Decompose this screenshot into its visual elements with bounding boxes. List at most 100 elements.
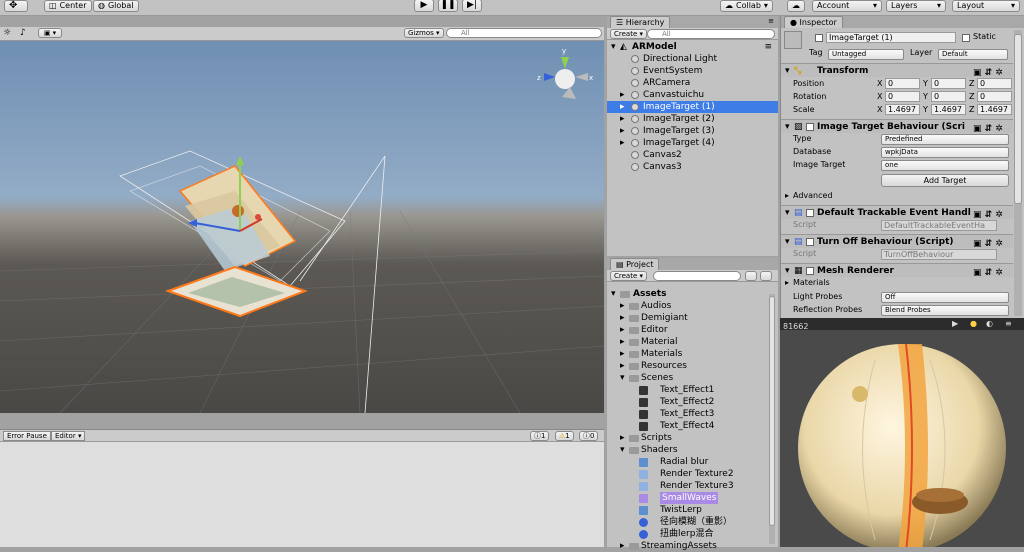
- material-preview[interactable]: [780, 330, 1024, 547]
- project-item[interactable]: TwistLerp: [607, 504, 767, 516]
- step-button[interactable]: ▶|: [462, 0, 482, 12]
- database-dropdown[interactable]: wpkjData: [881, 147, 1009, 158]
- play-button[interactable]: ▶: [414, 0, 434, 12]
- filter-label-icon[interactable]: [760, 271, 772, 281]
- tab-inspector[interactable]: ● Inspector: [784, 16, 843, 28]
- preview-play-icon[interactable]: ▶: [952, 319, 958, 329]
- transform-tool-icon[interactable]: ✥: [4, 0, 28, 12]
- image-target-enabled-checkbox[interactable]: [806, 123, 814, 131]
- panel-menu-icon[interactable]: ≡: [768, 17, 774, 25]
- orientation-gizmo[interactable]: y x z: [537, 47, 593, 99]
- hierarchy-item[interactable]: EventSystem: [607, 65, 778, 77]
- project-item[interactable]: Text_Effect2: [607, 396, 767, 408]
- hierarchy-item[interactable]: ▸ ImageTarget (2): [607, 113, 778, 125]
- project-scroll-thumb[interactable]: [769, 296, 775, 526]
- type-dropdown[interactable]: Predefined: [881, 134, 1009, 145]
- hierarchy-search-input[interactable]: All: [647, 29, 775, 39]
- chevron-right-icon[interactable]: ▸: [620, 101, 625, 113]
- hierarchy-item[interactable]: ▸ ImageTarget (3): [607, 125, 778, 137]
- hierarchy-item[interactable]: Canvas2: [607, 149, 778, 161]
- hierarchy-item[interactable]: ▸ ImageTarget (1): [607, 101, 778, 113]
- chevron-right-icon[interactable]: ▸: [620, 137, 625, 149]
- project-item[interactable]: ▸ Scripts: [607, 432, 767, 444]
- hierarchy-item[interactable]: Canvas3: [607, 161, 778, 173]
- reflection-probes-dropdown[interactable]: Blend Probes: [881, 305, 1009, 316]
- scale-field[interactable]: 1.4697: [977, 104, 1012, 115]
- project-search-input[interactable]: [653, 271, 741, 281]
- mesh-renderer-header[interactable]: ▾ ▦ Mesh Renderer ▣ ⇵ ✲: [781, 263, 1013, 278]
- layers-dropdown[interactable]: Layers ▾: [886, 0, 946, 12]
- chevron-right-icon[interactable]: ▸: [620, 312, 625, 324]
- light-probes-dropdown[interactable]: Off: [881, 292, 1009, 303]
- pivot-toggle[interactable]: ◫ Center: [44, 0, 92, 12]
- project-item[interactable]: ▸ Demigiant: [607, 312, 767, 324]
- rotation-field[interactable]: 0: [977, 91, 1012, 102]
- image-target-dropdown[interactable]: one: [881, 160, 1009, 171]
- chevron-right-icon[interactable]: ▸: [620, 300, 625, 312]
- scale-field[interactable]: 1.4697: [885, 104, 920, 115]
- materials-foldout[interactable]: ▸ Materials: [781, 276, 1013, 289]
- component-settings-icon[interactable]: ▣ ⇵ ✲: [973, 266, 1011, 278]
- cloud-services-icon[interactable]: ☁: [787, 0, 805, 12]
- hierarchy-scene-root[interactable]: ▾ ◭ ARModel ≡: [607, 41, 778, 53]
- tag-dropdown[interactable]: Untagged: [828, 49, 904, 60]
- preview-mesh-icon[interactable]: ◐: [986, 319, 993, 329]
- chevron-right-icon[interactable]: ▸: [620, 89, 625, 101]
- project-create-dropdown[interactable]: Create ▾: [610, 271, 648, 281]
- image-target-header[interactable]: ▾ ▨ Image Target Behaviour (Scri ▣ ⇵ ✲: [781, 119, 1013, 134]
- active-checkbox[interactable]: [815, 34, 823, 42]
- project-item[interactable]: ▸ Editor: [607, 324, 767, 336]
- position-field[interactable]: 0: [885, 78, 920, 89]
- object-name-field[interactable]: ImageTarget (1): [826, 32, 956, 43]
- chevron-right-icon[interactable]: ▸: [620, 324, 625, 336]
- log-filter-toggle[interactable]: ⓘ1: [530, 431, 550, 441]
- editor-dropdown[interactable]: Editor ▾: [51, 431, 86, 441]
- warning-filter-toggle[interactable]: ⚠1: [555, 431, 574, 441]
- project-item[interactable]: Text_Effect3: [607, 408, 767, 420]
- error-filter-toggle[interactable]: ⓘ0: [579, 431, 599, 441]
- chevron-right-icon[interactable]: ▸: [620, 360, 625, 372]
- rotation-field[interactable]: 0: [885, 91, 920, 102]
- project-item[interactable]: Text_Effect4: [607, 420, 767, 432]
- component-settings-icon[interactable]: ▣ ⇵ ✲: [973, 237, 1011, 249]
- console-log-area[interactable]: [0, 442, 604, 547]
- project-item[interactable]: Text_Effect1: [607, 384, 767, 396]
- layer-dropdown[interactable]: Default: [938, 49, 1008, 60]
- scale-field[interactable]: 1.4697: [931, 104, 966, 115]
- chevron-right-icon[interactable]: ▸: [620, 125, 625, 137]
- project-item[interactable]: ▸ Resources: [607, 360, 767, 372]
- project-item[interactable]: ▸ StreamingAssets: [607, 540, 767, 552]
- chevron-right-icon[interactable]: ▸: [620, 540, 625, 552]
- project-item[interactable]: SmallWaves: [607, 492, 767, 504]
- project-item[interactable]: Render Texture3: [607, 480, 767, 492]
- add-target-button[interactable]: Add Target: [881, 174, 1009, 187]
- inspector-scroll-thumb[interactable]: [1014, 34, 1022, 204]
- project-item[interactable]: 扭曲lerp混合: [607, 528, 767, 540]
- filter-type-icon[interactable]: [745, 271, 757, 281]
- turnoff-enabled-checkbox[interactable]: [806, 238, 814, 246]
- position-field[interactable]: 0: [931, 78, 966, 89]
- error-pause-toggle[interactable]: Error Pause: [3, 431, 51, 441]
- chevron-right-icon[interactable]: ▸: [620, 336, 625, 348]
- component-settings-icon[interactable]: ▣ ⇵ ✲: [973, 122, 1011, 134]
- project-item[interactable]: ▾ Shaders: [607, 444, 767, 456]
- chevron-right-icon[interactable]: ▸: [620, 348, 625, 360]
- project-scrollbar[interactable]: [769, 294, 775, 544]
- position-field[interactable]: 0: [977, 78, 1012, 89]
- chevron-down-icon[interactable]: ▾: [620, 444, 625, 456]
- transform-header[interactable]: ▾ ⤡ Transform ▣ ⇵ ✲: [781, 63, 1013, 78]
- advanced-foldout[interactable]: ▸ Advanced: [781, 189, 1013, 202]
- sun-icon[interactable]: ☼: [3, 28, 11, 38]
- account-dropdown[interactable]: Account ▾: [812, 0, 882, 12]
- mesh-enabled-checkbox[interactable]: [806, 267, 814, 275]
- chevron-down-icon[interactable]: ▾: [620, 372, 625, 384]
- hierarchy-item[interactable]: Directional Light: [607, 53, 778, 65]
- preview-light-icon[interactable]: ●: [970, 319, 977, 329]
- component-settings-icon[interactable]: ▣ ⇵ ✲: [973, 208, 1011, 220]
- image-effects-icon[interactable]: ▣ ▾: [38, 28, 62, 38]
- preview-menu-icon[interactable]: ≡: [1005, 319, 1012, 329]
- space-toggle[interactable]: ◍ Global: [93, 0, 139, 12]
- pause-button[interactable]: ❚❚: [438, 0, 458, 12]
- scene-search-input[interactable]: All: [446, 28, 602, 38]
- project-item[interactable]: ▾ Scenes: [607, 372, 767, 384]
